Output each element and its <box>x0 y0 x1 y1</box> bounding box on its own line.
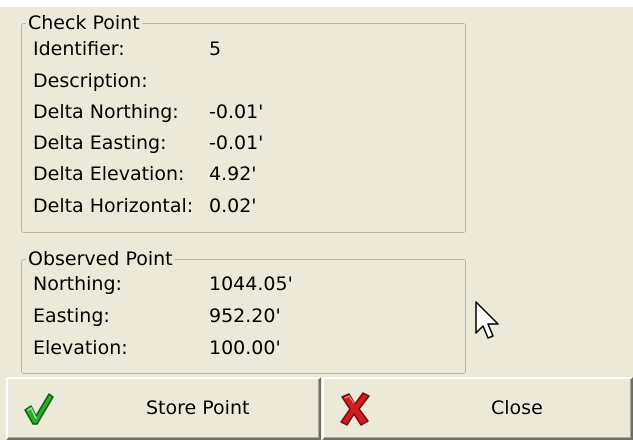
delta-easting-value: -0.01' <box>209 132 264 154</box>
delta-horizontal-value: 0.02' <box>209 195 257 217</box>
observed-point-title: Observed Point <box>28 248 173 270</box>
close-button[interactable]: Close <box>322 377 633 440</box>
elevation-label: Elevation: <box>33 337 128 359</box>
description-label: Description: <box>33 70 148 92</box>
check-point-dialog: Check Point Identifier: 5 Description: D… <box>0 7 633 440</box>
delta-northing-label: Delta Northing: <box>33 101 179 123</box>
delta-northing-value: -0.01' <box>209 101 264 123</box>
check-point-title: Check Point <box>28 12 140 34</box>
easting-label: Easting: <box>33 305 110 327</box>
northing-label: Northing: <box>33 273 122 295</box>
store-point-button[interactable]: Store Point <box>6 377 321 440</box>
red-x-icon <box>340 392 370 426</box>
elevation-value: 100.00' <box>209 337 281 359</box>
northing-value: 1044.05' <box>209 273 293 295</box>
close-label: Close <box>491 397 543 419</box>
delta-horizontal-label: Delta Horizontal: <box>33 195 194 217</box>
identifier-label: Identifier: <box>33 38 125 60</box>
identifier-value: 5 <box>209 38 222 60</box>
delta-elevation-value: 4.92' <box>209 163 257 185</box>
mouse-pointer-icon <box>475 301 499 339</box>
easting-value: 952.20' <box>209 305 281 327</box>
check-point-group: Check Point Identifier: 5 Description: D… <box>21 13 466 233</box>
checkmark-icon <box>24 393 54 425</box>
store-point-label: Store Point <box>146 397 250 419</box>
delta-easting-label: Delta Easting: <box>33 132 167 154</box>
delta-elevation-label: Delta Elevation: <box>33 163 185 185</box>
observed-point-group: Observed Point Northing: 1044.05' Eastin… <box>21 249 466 374</box>
